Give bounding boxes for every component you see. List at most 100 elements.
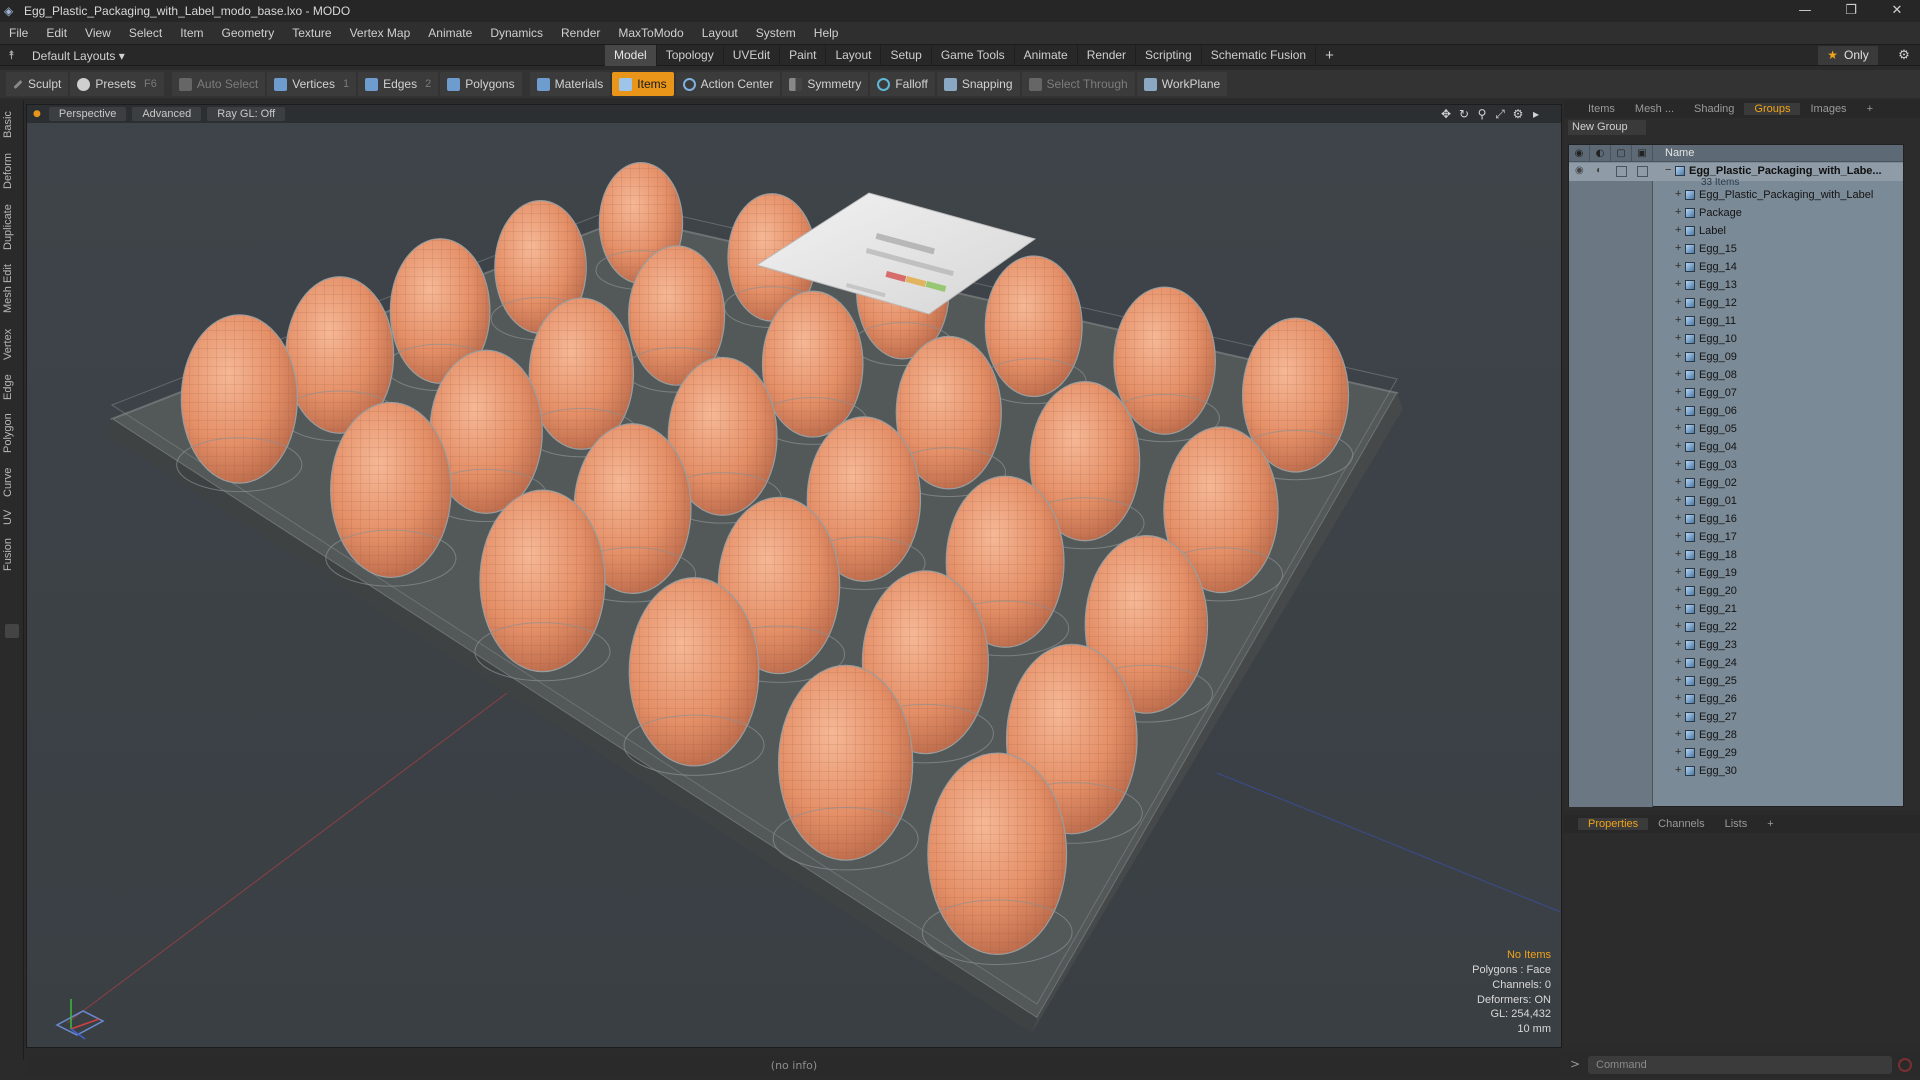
lock-toggle[interactable] — [1616, 166, 1627, 177]
tab-scripting[interactable]: Scripting — [1136, 45, 1202, 66]
tab-mesh[interactable]: Mesh ... — [1625, 103, 1684, 115]
close-button[interactable]: ✕ — [1874, 0, 1920, 22]
expand-icon[interactable]: + — [1675, 296, 1681, 308]
list-item[interactable]: + Egg_11 — [1569, 313, 1903, 331]
layout-selector[interactable]: ⯭ Default Layouts ▾ — [8, 45, 125, 66]
vertices-button[interactable]: Vertices 1 — [267, 72, 357, 96]
expand-icon[interactable]: + — [1675, 584, 1681, 596]
record-icon[interactable] — [1898, 1058, 1912, 1072]
expand-icon[interactable]: + — [1675, 710, 1681, 722]
viewport-menu-icon[interactable]: ● — [33, 109, 41, 119]
lock-column-icon[interactable]: ▢ — [1611, 144, 1632, 162]
expand-icon[interactable]: + — [1675, 350, 1681, 362]
list-item[interactable]: + Egg_17 — [1569, 529, 1903, 547]
expand-icon[interactable]: + — [1675, 638, 1681, 650]
left-tab-basic[interactable]: Basic — [2, 106, 22, 144]
menu-layout[interactable]: Layout — [693, 26, 747, 40]
list-item[interactable]: + Egg_26 — [1569, 691, 1903, 709]
gear-icon[interactable]: ⚙ — [1894, 46, 1914, 65]
add-properties-tab-button[interactable]: + — [1757, 818, 1783, 830]
left-tab-uv[interactable]: UV — [2, 506, 22, 528]
tab-channels[interactable]: Channels — [1648, 818, 1714, 830]
menu-select[interactable]: Select — [120, 26, 171, 40]
menu-vertex-map[interactable]: Vertex Map — [341, 26, 420, 40]
menu-file[interactable]: File — [0, 26, 37, 40]
tab-groups[interactable]: Groups — [1744, 103, 1801, 115]
sculpt-button[interactable]: Sculpt — [6, 72, 69, 96]
tab-topology[interactable]: Topology — [657, 45, 724, 66]
expand-icon[interactable]: + — [1675, 260, 1681, 272]
menu-geometry[interactable]: Geometry — [213, 26, 284, 40]
falloff-button[interactable]: Falloff — [870, 72, 935, 96]
left-tab-duplicate[interactable]: Duplicate — [2, 198, 22, 256]
shading-mode-button[interactable]: Advanced — [132, 107, 202, 121]
expand-icon[interactable]: + — [1675, 530, 1681, 542]
list-item[interactable]: + Egg_09 — [1569, 349, 1903, 367]
list-item[interactable]: + Egg_05 — [1569, 421, 1903, 439]
render-icon[interactable]: ◐ — [1596, 165, 1608, 177]
action-center-button[interactable]: Action Center — [675, 72, 781, 96]
expand-icon[interactable]: + — [1675, 620, 1681, 632]
items-button[interactable]: Items — [612, 72, 674, 96]
list-item[interactable]: + Egg_23 — [1569, 637, 1903, 655]
menu-item[interactable]: Item — [171, 26, 212, 40]
expand-icon[interactable]: + — [1675, 674, 1681, 686]
expand-icon[interactable]: + — [1675, 188, 1681, 200]
tab-setup[interactable]: Setup — [881, 45, 932, 66]
panel-toggle-icon[interactable] — [5, 624, 19, 638]
expand-icon[interactable]: + — [1675, 368, 1681, 380]
list-item[interactable]: + Egg_14 — [1569, 259, 1903, 277]
list-item[interactable]: + Egg_13 — [1569, 277, 1903, 295]
tab-shading[interactable]: Shading — [1684, 103, 1744, 115]
list-item[interactable]: + Package — [1569, 205, 1903, 223]
menu-texture[interactable]: Texture — [283, 26, 340, 40]
list-item[interactable]: + Egg_25 — [1569, 673, 1903, 691]
view-type-button[interactable]: Perspective — [48, 107, 127, 121]
expand-icon[interactable]: − — [1665, 164, 1671, 176]
new-group-button[interactable]: New Group — [1568, 120, 1646, 135]
viewport-settings-icon[interactable]: ⚙ — [1509, 106, 1527, 122]
menu-edit[interactable]: Edit — [37, 26, 76, 40]
symmetry-button[interactable]: Symmetry — [782, 72, 869, 96]
left-tab-deform[interactable]: Deform — [2, 148, 22, 194]
list-item[interactable]: + Egg_15 — [1569, 241, 1903, 259]
select-column-icon[interactable]: ▣ — [1632, 144, 1653, 162]
polygons-button[interactable]: Polygons — [440, 72, 522, 96]
expand-icon[interactable]: + — [1675, 404, 1681, 416]
presets-button[interactable]: Presets F6 — [70, 72, 164, 96]
tab-layout[interactable]: Layout — [826, 45, 882, 66]
list-item[interactable]: + Egg_04 — [1569, 439, 1903, 457]
list-item[interactable]: + Egg_18 — [1569, 547, 1903, 565]
menu-dynamics[interactable]: Dynamics — [481, 26, 552, 40]
tab-images[interactable]: Images — [1800, 103, 1856, 115]
list-item[interactable]: + Egg_20 — [1569, 583, 1903, 601]
add-panel-tab-button[interactable]: + — [1857, 103, 1883, 115]
tab-schematic-fusion[interactable]: Schematic Fusion — [1202, 45, 1317, 66]
list-item[interactable]: + Egg_03 — [1569, 457, 1903, 475]
expand-icon[interactable]: + — [1675, 692, 1681, 704]
list-item[interactable]: + Egg_07 — [1569, 385, 1903, 403]
list-item[interactable]: + Egg_27 — [1569, 709, 1903, 727]
list-item[interactable]: + Egg_28 — [1569, 727, 1903, 745]
expand-icon[interactable]: + — [1675, 512, 1681, 524]
expand-icon[interactable]: + — [1675, 656, 1681, 668]
tab-model[interactable]: Model — [605, 45, 657, 66]
expand-icon[interactable]: + — [1675, 764, 1681, 776]
add-tab-button[interactable]: + — [1316, 45, 1343, 66]
list-item[interactable]: + Egg_24 — [1569, 655, 1903, 673]
expand-icon[interactable]: + — [1675, 440, 1681, 452]
expand-icon[interactable]: + — [1675, 422, 1681, 434]
materials-button[interactable]: Materials — [529, 72, 611, 96]
select-through-button[interactable]: Select Through — [1021, 72, 1135, 96]
tab-render[interactable]: Render — [1078, 45, 1137, 66]
left-tab-edge[interactable]: Edge — [2, 370, 22, 404]
list-item[interactable]: + Egg_10 — [1569, 331, 1903, 349]
tab-lists[interactable]: Lists — [1715, 818, 1758, 830]
left-tab-polygon[interactable]: Polygon — [2, 408, 22, 458]
pan-icon[interactable]: ✥ — [1437, 106, 1455, 122]
expand-icon[interactable]: + — [1675, 746, 1681, 758]
list-item[interactable]: + Egg_06 — [1569, 403, 1903, 421]
menu-render[interactable]: Render — [552, 26, 609, 40]
list-item[interactable]: + Egg_22 — [1569, 619, 1903, 637]
list-item[interactable]: + Egg_08 — [1569, 367, 1903, 385]
